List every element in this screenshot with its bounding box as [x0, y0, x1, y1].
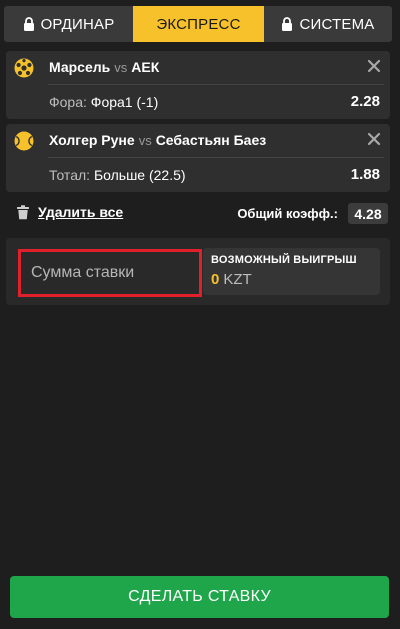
stake-input-highlight	[18, 249, 202, 297]
close-icon[interactable]	[366, 131, 382, 147]
match-name: Холгер Руне vs Себастьян Баез	[49, 132, 266, 148]
currency-label: KZT	[223, 271, 252, 288]
odds-value: 1.88	[350, 166, 380, 183]
selection: Больше (22.5)	[93, 167, 186, 183]
tab-express[interactable]: ЭКСПРЕСС	[133, 6, 264, 42]
possible-win-box: ВОЗМОЖНЫЙ ВЫИГРЫШ 0 KZT	[203, 248, 380, 295]
possible-win-label: ВОЗМОЖНЫЙ ВЫИГРЫШ	[211, 254, 357, 266]
football-icon	[14, 58, 34, 78]
trash-icon[interactable]	[16, 204, 30, 220]
possible-win-value: 0 KZT	[211, 271, 252, 288]
market-label: Фора:	[49, 94, 87, 110]
tab-ordinar[interactable]: ОРДИНАР	[4, 6, 133, 42]
tab-label: СИСТЕМА	[299, 15, 375, 33]
match-name: Марсель vs АЕК	[49, 59, 159, 75]
away-team: АЕК	[131, 59, 160, 75]
market: Тотал: Больше (22.5)	[49, 167, 186, 183]
odds-value: 2.28	[350, 93, 380, 110]
divider	[48, 84, 384, 85]
stake-panel: ВОЗМОЖНЫЙ ВЫИГРЫШ 0KZT	[6, 238, 390, 305]
lock-icon	[281, 17, 293, 31]
delete-all-row: Удалить все	[16, 204, 123, 220]
stake-input[interactable]	[21, 252, 199, 294]
delete-all-link[interactable]: Удалить все	[38, 204, 123, 220]
market-label: Тотал:	[49, 167, 91, 183]
divider	[48, 157, 384, 158]
total-coef-value: 4.28	[348, 203, 388, 224]
tab-label: ЭКСПРЕСС	[156, 15, 241, 33]
market: Фора: Фора1 (-1)	[49, 94, 158, 110]
bet-card: Холгер Руне vs Себастьян Баез Тотал: Больш…	[6, 124, 390, 192]
vs-label: vs	[114, 60, 128, 75]
vs-label: vs	[138, 133, 152, 148]
bet-type-tabs: ОРДИНАР ЭКСПРЕСС СИСТЕМА	[4, 6, 392, 42]
lock-icon	[23, 17, 35, 31]
bet-card: Марсель vs АЕК Фора: Фора1 (-1) 2.28	[6, 51, 390, 119]
tennis-ball-icon	[14, 131, 34, 151]
selection: Фора1 (-1)	[90, 94, 159, 110]
away-team: Себастьян Баез	[155, 132, 267, 148]
total-coef-label: Общий коэфф.:	[237, 206, 338, 221]
home-team: Холгер Руне	[49, 132, 135, 148]
tab-sistema[interactable]: СИСТЕМА	[264, 6, 392, 42]
tab-label: ОРДИНАР	[40, 15, 115, 33]
possible-win-amount: 0	[211, 271, 220, 288]
close-icon[interactable]	[366, 58, 382, 74]
home-team: Марсель	[49, 59, 111, 75]
place-bet-button[interactable]: СДЕЛАТЬ СТАВКУ	[10, 576, 389, 618]
